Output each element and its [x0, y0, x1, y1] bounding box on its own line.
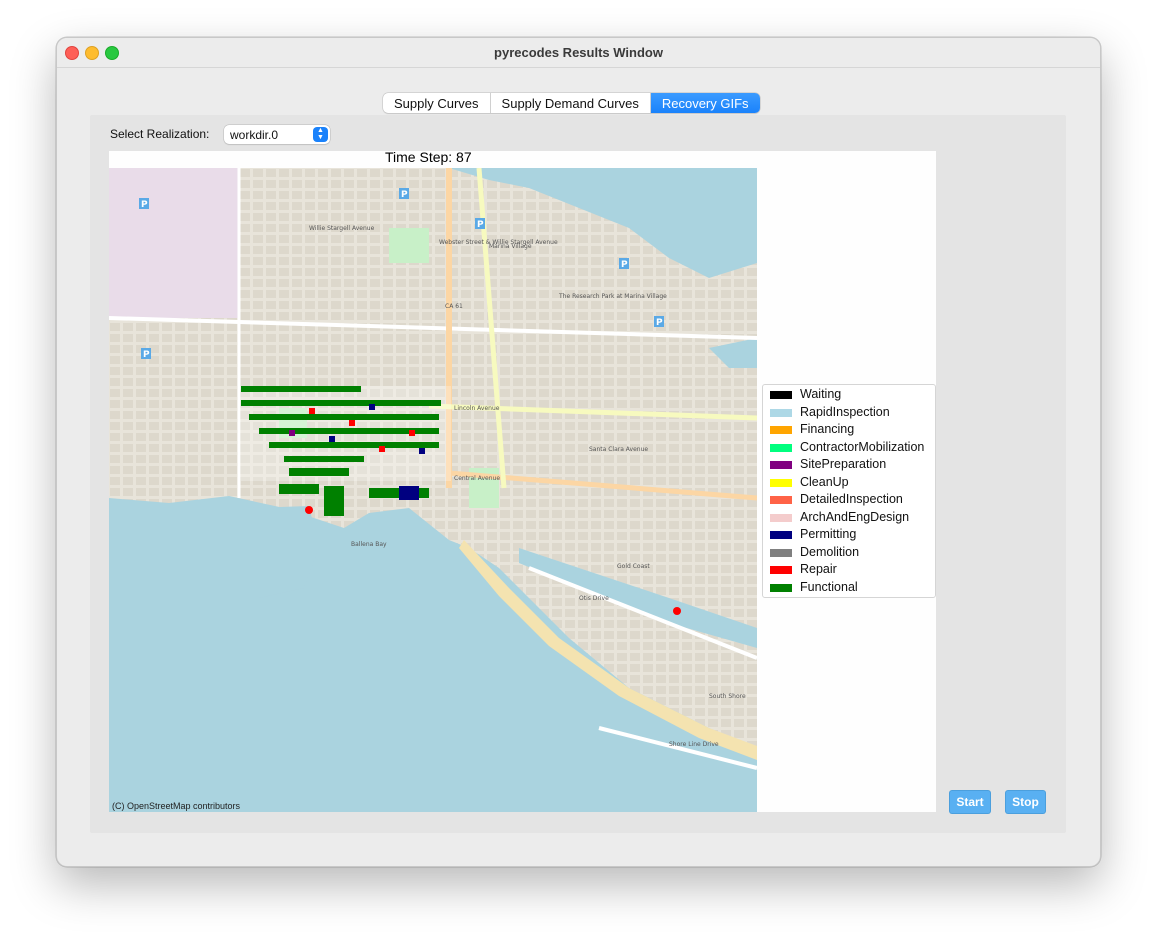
- legend-label: Permitting: [800, 527, 857, 541]
- legend-swatch: [770, 478, 792, 487]
- repair-point: [305, 506, 313, 514]
- svg-text:Shore Line Drive: Shore Line Drive: [669, 741, 719, 748]
- legend-swatch: [770, 513, 792, 522]
- tab-supply-demand-curves[interactable]: Supply Demand Curves: [491, 93, 651, 113]
- svg-text:P: P: [621, 260, 628, 270]
- start-button[interactable]: Start: [950, 791, 990, 813]
- svg-text:The Research Park at Marina Vi: The Research Park at Marina Village: [558, 293, 667, 300]
- legend: Waiting RapidInspection Financing Contra…: [762, 384, 936, 598]
- svg-text:P: P: [141, 200, 148, 210]
- repair-point: [673, 607, 681, 615]
- svg-text:P: P: [656, 318, 663, 328]
- svg-text:P: P: [143, 350, 150, 360]
- realization-label: Select Realization:: [110, 127, 210, 141]
- svg-text:Santa Clara Avenue: Santa Clara Avenue: [589, 446, 648, 453]
- svg-text:P: P: [401, 190, 408, 200]
- legend-swatch: [770, 566, 792, 574]
- legend-label: RapidInspection: [800, 404, 890, 419]
- stop-button[interactable]: Stop: [1006, 791, 1045, 813]
- svg-text:P: P: [477, 220, 484, 230]
- map-canvas: P P P P P P Webster Street & Willie Star…: [109, 168, 757, 812]
- tab-bar: Supply Curves Supply Demand Curves Recov…: [383, 93, 760, 113]
- map-image: P P P P P P Webster Street & Willie Star…: [109, 168, 757, 812]
- up-down-chevron-icon: ▲ ▼: [313, 127, 328, 142]
- realization-select[interactable]: workdir.0 ▲ ▼: [224, 125, 330, 144]
- svg-text:Ballena Bay: Ballena Bay: [351, 541, 387, 548]
- legend-label: Waiting: [800, 387, 842, 401]
- svg-text:Central Avenue: Central Avenue: [454, 475, 500, 482]
- svg-text:Marina Village: Marina Village: [489, 243, 532, 250]
- svg-text:Lincoln Avenue: Lincoln Avenue: [454, 405, 500, 412]
- institutional-area: [109, 168, 239, 318]
- legend-label: CleanUp: [800, 474, 849, 489]
- time-step-title: Time Step: 87: [385, 149, 472, 165]
- legend-swatch: [770, 548, 792, 557]
- legend-label: ContractorMobilization: [800, 439, 925, 454]
- results-window: pyrecodes Results Window Supply Curves S…: [56, 37, 1101, 867]
- window-title: pyrecodes Results Window: [494, 45, 663, 60]
- legend-label: ArchAndEngDesign: [800, 509, 910, 524]
- recovery-gifs-panel: Select Realization: workdir.0 ▲ ▼ Time St…: [90, 115, 1066, 833]
- park-area: [389, 228, 429, 263]
- legend-swatch: [770, 531, 792, 539]
- legend-label: SitePreparation: [800, 457, 887, 471]
- legend-label: Repair: [800, 562, 837, 576]
- legend-label: Functional: [800, 579, 858, 594]
- legend-swatch: [770, 583, 792, 592]
- legend-swatch: [770, 496, 792, 504]
- legend-swatch: [770, 426, 792, 434]
- map-attribution: (C) OpenStreetMap contributors: [112, 801, 241, 811]
- legend-swatch: [770, 461, 792, 469]
- svg-text:Willie Stargell Avenue: Willie Stargell Avenue: [309, 225, 375, 232]
- tab-supply-curves[interactable]: Supply Curves: [383, 93, 491, 113]
- legend-label: DetailedInspection: [800, 492, 903, 506]
- svg-text:CA 61: CA 61: [445, 303, 463, 310]
- svg-text:Otis Drive: Otis Drive: [579, 595, 609, 602]
- legend-label: Financing: [800, 422, 855, 436]
- title-bar: pyrecodes Results Window: [57, 38, 1100, 68]
- legend-swatch: [770, 443, 792, 452]
- recovery-figure: Time Step: 87 P P P P P P Webster Street…: [109, 149, 936, 812]
- tab-recovery-gifs[interactable]: Recovery GIFs: [650, 93, 760, 113]
- svg-text:Gold Coast: Gold Coast: [617, 563, 650, 570]
- realization-select-value: workdir.0: [230, 128, 279, 142]
- legend-swatch: [770, 391, 792, 399]
- legend-swatch: [770, 408, 792, 417]
- legend-label: Demolition: [800, 544, 860, 559]
- svg-text:South Shore: South Shore: [709, 693, 746, 700]
